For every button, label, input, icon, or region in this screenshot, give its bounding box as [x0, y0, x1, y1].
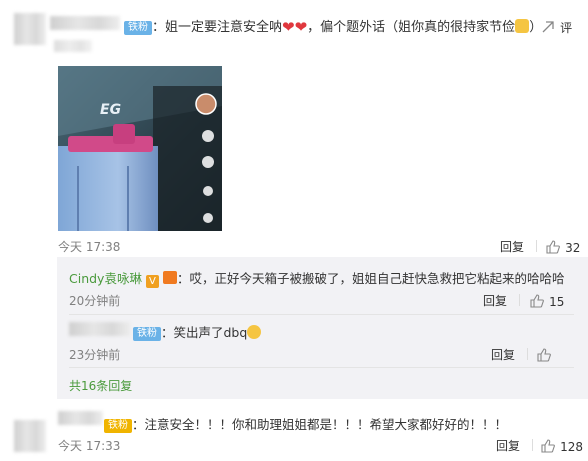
more-replies-link[interactable]: 共16条回复 [69, 377, 132, 394]
like-button[interactable] [537, 345, 551, 364]
reply-button[interactable]: 回复 [483, 292, 507, 309]
like-count: 32 [565, 241, 581, 255]
reply-time: 20分钟前 [69, 294, 121, 308]
thumbs-up-icon [537, 348, 551, 362]
like-button[interactable]: 32 [546, 237, 580, 256]
thumbs-up-icon [530, 294, 544, 308]
reply-author[interactable]: Cindy袁咏琳 [69, 271, 142, 286]
fan-badge: 铁粉 [133, 326, 161, 341]
username-blurred[interactable] [50, 16, 120, 30]
thumbs-up-icon [546, 240, 560, 254]
like-button[interactable]: 128 [541, 436, 583, 455]
image-content: EG [58, 66, 222, 231]
comment-text-body: ：注意安全！！！你和助理姐姐都是！！！希望大家都好好的！！！ [132, 417, 508, 432]
emoji-icon [247, 325, 262, 339]
image-logo-text: EG [100, 102, 121, 118]
reply-text: Cindy袁咏琳 V ：哎，正好今天箱子被搬破了，姐姐自己赶快急救把它粘起来的哈… [69, 268, 564, 288]
share-icon [542, 21, 554, 33]
thumbs-up-emoji-icon [515, 19, 530, 33]
username-blurred[interactable] [58, 411, 103, 425]
fan-level-icon [162, 271, 177, 284]
comment-icon-label: 评 [560, 21, 573, 35]
like-count: 15 [549, 295, 565, 309]
comment-text: 铁粉 ：姐一定要注意安全呐❤❤，偏个题外话（姐你真的很持家节俭） [124, 16, 542, 36]
heart-emoji-icon: ❤ [294, 18, 308, 36]
fan-badge: 铁粉 [104, 418, 132, 433]
comment-time: 今天 17:38 [58, 240, 121, 254]
reply-author-blurred[interactable] [69, 322, 131, 336]
reply-time: 23分钟前 [69, 348, 121, 362]
verified-badge-icon: V [145, 275, 159, 288]
avatar[interactable] [14, 420, 46, 452]
comment-text-part1: ：姐一定要注意安全呐 [152, 20, 283, 35]
avatar[interactable] [14, 13, 46, 45]
comment-text-part2: ，偏个题外话（姐你真的很持家节俭 [307, 20, 516, 35]
reply-text: 铁粉 ：笑出声了dbq [133, 322, 262, 341]
like-count: 128 [560, 440, 583, 454]
reply-button[interactable]: 回复 [496, 437, 520, 454]
reply-text-body: ：笑出声了dbq [161, 325, 248, 340]
like-button[interactable]: 15 [530, 291, 564, 310]
fan-badge: 铁粉 [124, 20, 152, 35]
reply-button[interactable]: 回复 [500, 238, 524, 255]
comment-image[interactable]: EG [58, 66, 222, 231]
thumbs-up-icon [541, 439, 555, 453]
username-blurred-line2 [54, 40, 92, 52]
comment-time: 今天 17:33 [58, 439, 121, 453]
heart-emoji-icon: ❤ [282, 18, 295, 36]
comment-text: 铁粉 ：注意安全！！！你和助理姐姐都是！！！希望大家都好好的！！！ [104, 414, 507, 433]
comment-action-button[interactable]: 评 [541, 17, 572, 36]
reply-button[interactable]: 回复 [491, 346, 515, 363]
reply-text-body: ：哎，正好今天箱子被搬破了，姐姐自己赶快急救把它粘起来的哈哈哈 [176, 271, 565, 286]
